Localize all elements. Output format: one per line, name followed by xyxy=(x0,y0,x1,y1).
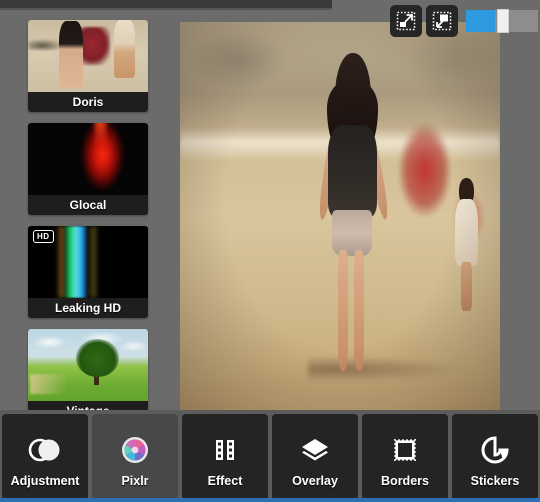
slider-handle[interactable] xyxy=(496,9,509,33)
doris-red-dress xyxy=(78,27,110,65)
film-strip-icon xyxy=(211,430,239,470)
filter-item-doris[interactable]: Doris xyxy=(28,20,148,112)
filter-thumbnail-image: HD xyxy=(28,226,148,298)
shrink-to-fit-button[interactable] xyxy=(426,5,458,37)
hd-badge: HD xyxy=(33,230,54,243)
tab-label: Pixlr xyxy=(121,474,149,488)
doris-figure-left xyxy=(59,21,84,88)
glocal-light-beam xyxy=(95,123,106,147)
tab-pixlr[interactable]: Pixlr xyxy=(92,414,178,500)
tab-adjustment[interactable]: Adjustment xyxy=(2,414,88,500)
opacity-slider[interactable] xyxy=(466,9,538,33)
sticker-peel-icon xyxy=(480,430,510,470)
top-toolbar xyxy=(390,4,540,38)
photo-content xyxy=(180,22,500,412)
filter-item-leaking-hd[interactable]: HD Leaking HD xyxy=(28,226,148,318)
filter-label: Leaking HD xyxy=(28,298,148,318)
expand-to-fit-button[interactable] xyxy=(390,5,422,37)
shrink-arrow-icon xyxy=(432,11,452,31)
tab-stickers[interactable]: Stickers xyxy=(452,414,538,500)
filter-item-glocal[interactable]: Glocal xyxy=(28,123,148,215)
vintage-path xyxy=(30,373,67,394)
photo-canvas[interactable] xyxy=(180,22,500,412)
filter-thumbnail-list: Doris Glocal HD Leaking HD Vintage xyxy=(28,20,152,432)
tab-label: Adjustment xyxy=(10,474,80,488)
filter-item-vintage[interactable]: Vintage xyxy=(28,329,148,421)
layers-icon xyxy=(299,430,331,470)
tab-label: Overlay xyxy=(292,474,338,488)
tab-label: Stickers xyxy=(470,474,520,488)
filter-label: Glocal xyxy=(28,195,148,215)
tab-overlay[interactable]: Overlay xyxy=(272,414,358,500)
contrast-circles-icon xyxy=(26,430,64,470)
filter-thumbnail-image xyxy=(28,123,148,195)
window-chrome-edge xyxy=(0,8,332,10)
stamp-frame-icon xyxy=(390,430,420,470)
tab-label: Effect xyxy=(207,474,243,488)
doris-figure-right xyxy=(114,20,135,78)
filter-thumbnail-image xyxy=(28,329,148,401)
bottom-accent-strip xyxy=(0,498,540,502)
filter-label: Doris xyxy=(28,92,148,112)
photo-vignette xyxy=(180,22,500,412)
tab-borders[interactable]: Borders xyxy=(362,414,448,500)
tab-label: Borders xyxy=(381,474,429,488)
tab-effect[interactable]: Effect xyxy=(182,414,268,500)
expand-arrow-icon xyxy=(396,11,416,31)
bottom-toolbar: Adjustment Pixlr Effect Overlay Borders … xyxy=(0,410,540,502)
slider-fill xyxy=(466,10,495,32)
filter-thumbnail-image xyxy=(28,20,148,92)
pixlr-aperture-icon xyxy=(120,430,150,470)
leak-color-band xyxy=(64,226,88,298)
vintage-tree-canopy xyxy=(76,339,120,377)
